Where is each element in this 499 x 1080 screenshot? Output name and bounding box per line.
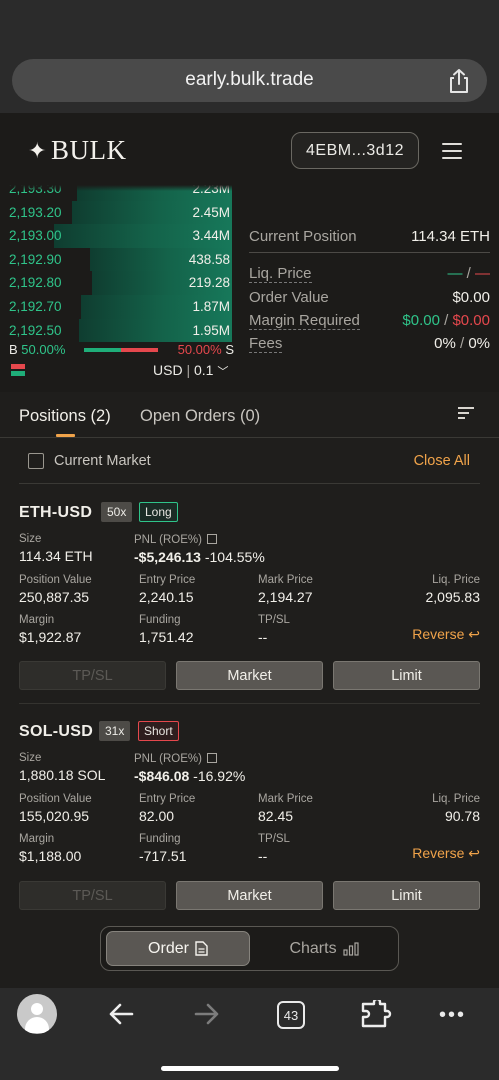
- tab-open-orders[interactable]: Open Orders (0): [140, 407, 260, 426]
- tab-positions[interactable]: Positions (2): [19, 407, 111, 426]
- orderbook-bids: 2,193.302.23M2,193.202.45M2,193.003.44M2…: [0, 185, 240, 343]
- wallet-button[interactable]: 4EBM...3d12: [291, 132, 419, 169]
- hamburger-menu-icon[interactable]: [442, 143, 462, 159]
- leverage-badge: 50x: [101, 502, 133, 522]
- reverse-button[interactable]: Reverse ↩: [412, 845, 480, 862]
- side-badge: Short: [138, 721, 179, 741]
- url-text: early.bulk.trade: [185, 69, 314, 90]
- close-all-button[interactable]: Close All: [414, 453, 470, 469]
- unit-step-select[interactable]: USD | 0.1 ﹀: [153, 362, 228, 379]
- leverage-badge: 31x: [99, 721, 131, 741]
- tabs-count-button[interactable]: 43: [277, 1001, 305, 1029]
- current-market-label: Current Market: [54, 453, 151, 469]
- orderbook-row[interactable]: 2,193.20 2.45M: [0, 200, 240, 225]
- reverse-button[interactable]: Reverse ↩: [412, 626, 480, 643]
- active-tab-indicator: [56, 434, 75, 437]
- position-symbol: ETH-USD: [19, 504, 93, 521]
- order-tab-button[interactable]: Order: [106, 931, 250, 966]
- current-market-checkbox[interactable]: [28, 453, 44, 469]
- orderbook-row[interactable]: 2,192.80 219.28: [0, 271, 240, 295]
- reverse-arrow-icon: ↩: [468, 626, 480, 642]
- share-icon[interactable]: [447, 68, 471, 94]
- orderbook-price: 2,193.20: [9, 204, 62, 220]
- sort-icon[interactable]: [458, 407, 474, 422]
- roe-value: -104.55%: [204, 549, 265, 565]
- orderbook-view-icon[interactable]: [11, 364, 25, 377]
- position-info: Current Position 114.34 ETH Liq. Price —…: [249, 228, 490, 354]
- roe-value: -16.92%: [193, 768, 246, 784]
- orderbook-row[interactable]: 2,192.70 1.87M: [0, 294, 240, 319]
- orderbook-amount: 1.87M: [192, 298, 230, 314]
- buy-percent: 50.00%: [21, 342, 66, 357]
- position-card-sol: SOL-USD 31x Short Size 1,880.18 SOL PNL (…: [19, 721, 480, 910]
- star-icon: ✦: [28, 137, 47, 163]
- position-card-eth: ETH-USD 50x Long Size 114.34 ETH PNL (ROE…: [19, 502, 480, 690]
- browser-toolbar: early.bulk.trade: [0, 0, 499, 113]
- forward-arrow-icon[interactable]: [193, 1000, 221, 1028]
- address-bar[interactable]: early.bulk.trade: [12, 59, 487, 102]
- share-external-icon[interactable]: [206, 753, 217, 763]
- share-external-icon[interactable]: [206, 534, 217, 544]
- orderbook-price: 2,192.50: [9, 322, 62, 338]
- charts-tab-button[interactable]: Charts: [253, 931, 395, 966]
- buy-sell-ratio: B 50.00% 50.00% S: [9, 342, 234, 357]
- pnl-value: -$846.08: [134, 768, 190, 784]
- limit-close-button[interactable]: Limit: [333, 661, 480, 690]
- tpsl-button[interactable]: TP/SL: [19, 661, 166, 690]
- document-icon: [195, 941, 208, 956]
- extensions-icon[interactable]: [360, 1000, 394, 1030]
- orderbook-amount: 219.28: [188, 275, 230, 291]
- ratio-bar: [84, 348, 158, 352]
- bar-chart-icon: [342, 941, 359, 956]
- orderbook-amount: 3.44M: [192, 228, 230, 244]
- orderbook-price: 2,192.70: [9, 298, 62, 314]
- logo-text: BULK: [50, 135, 127, 165]
- orderbook-row[interactable]: 2,192.50 1.95M: [0, 318, 240, 343]
- orderbook-price: 2,193.00: [9, 228, 62, 244]
- pnl-value: -$5,246.13: [134, 549, 201, 565]
- limit-close-button[interactable]: Limit: [333, 881, 480, 910]
- orderbook-price: 2,192.80: [9, 275, 62, 291]
- position-size: 114.34 ETH: [19, 548, 93, 564]
- orderbook-amount: 2.45M: [192, 204, 230, 220]
- more-options-icon[interactable]: •••: [439, 1005, 466, 1025]
- reverse-arrow-icon: ↩: [468, 845, 480, 861]
- position-symbol: SOL-USD: [19, 723, 94, 740]
- chevron-down-icon: ﹀: [217, 366, 229, 378]
- bulk-logo[interactable]: ✦ BULK: [28, 135, 126, 166]
- browser-bottom-toolbar: 43 •••: [0, 988, 499, 1080]
- positions-panel: Positions (2) Open Orders (0) Current Ma…: [0, 392, 499, 988]
- current-position-value: 114.34 ETH: [411, 228, 490, 245]
- sell-percent: 50.00%: [177, 342, 222, 357]
- filter-row: Current Market Close All: [19, 448, 480, 484]
- app-header: ✦ BULK 4EBM...3d12: [0, 113, 499, 185]
- tpsl-button[interactable]: TP/SL: [19, 881, 166, 910]
- orderbook-panel: 2,193.302.23M2,193.202.45M2,193.003.44M2…: [0, 185, 499, 388]
- orderbook-amount: 438.58: [188, 251, 230, 267]
- home-indicator: [161, 1066, 339, 1071]
- order-charts-toggle: Order Charts: [100, 926, 399, 971]
- positions-tabs: Positions (2) Open Orders (0): [0, 392, 499, 438]
- market-close-button[interactable]: Market: [176, 881, 323, 910]
- orderbook-row[interactable]: 2,192.90 438.58: [0, 247, 240, 272]
- orderbook-row[interactable]: 2,193.00 3.44M: [0, 224, 240, 248]
- market-close-button[interactable]: Market: [176, 661, 323, 690]
- side-badge: Long: [139, 502, 178, 522]
- position-size: 1,880.18 SOL: [19, 767, 106, 783]
- orderbook-price: 2,192.90: [9, 251, 62, 267]
- profile-avatar[interactable]: [17, 994, 57, 1034]
- orderbook-amount: 1.95M: [192, 322, 230, 338]
- back-arrow-icon[interactable]: [107, 1000, 135, 1028]
